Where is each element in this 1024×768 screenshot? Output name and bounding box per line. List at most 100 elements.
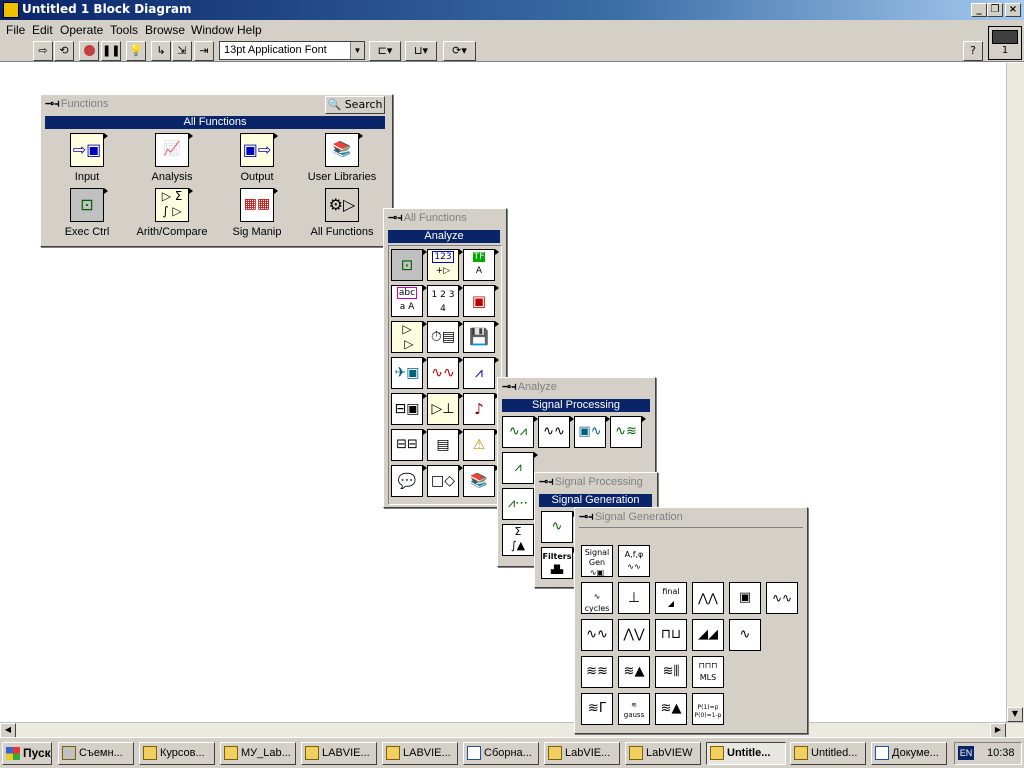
pulse-pattern-icon[interactable]: ⋀⋀ — [692, 582, 724, 614]
scroll-left-icon[interactable]: ◀ — [0, 723, 16, 738]
clock[interactable]: 10:38 — [987, 743, 1015, 763]
square-wave-icon[interactable]: ⊓⊔ — [655, 619, 687, 651]
pin-icon[interactable]: ⊸⫞ — [45, 97, 60, 111]
waveform-generation-icon[interactable]: ∿⩘ — [502, 416, 538, 448]
string-icon[interactable]: abc a A — [391, 285, 427, 317]
sine-wave-icon[interactable]: ∿∿ — [581, 619, 613, 651]
sine-pattern-icon[interactable]: ∿ cycles — [581, 582, 613, 614]
window-title-bar[interactable]: Untitled 1 Block Diagram _ ❐ × — [0, 0, 1024, 20]
retain-wire-values-button[interactable]: ↳ — [151, 41, 171, 61]
structures-icon[interactable]: ⊡ — [391, 249, 427, 281]
periodic-random-noise-icon[interactable]: ≋⫼ — [655, 656, 687, 688]
all-functions-palette-title[interactable]: ⊸⫞All Functions — [388, 211, 467, 226]
pin-icon[interactable]: ⊸⫞ — [539, 475, 554, 489]
pin-icon[interactable]: ⊸⫞ — [579, 510, 594, 524]
analysis-icon[interactable]: 📈 — [155, 133, 193, 167]
motion-icon[interactable]: ▷⊥ — [427, 393, 463, 425]
all-functions-palette[interactable]: ⊸⫞All Functions Analyze ⊡ 123 +▷ TF A abc a… — [383, 208, 507, 508]
signal-generation-icon[interactable]: ∿ — [541, 511, 577, 543]
output-icon[interactable]: ▣⇨ — [240, 133, 278, 167]
search-button[interactable]: 🔍 Search — [325, 96, 385, 114]
menu-operate[interactable]: Operate — [60, 23, 103, 37]
sawtooth-wave-icon[interactable]: ◢◢ — [692, 619, 724, 651]
context-help-button[interactable]: ? — [963, 41, 983, 61]
task-button-active[interactable]: Untitle... — [706, 742, 786, 765]
time-dialog-icon[interactable]: ⏱▤ — [427, 321, 463, 353]
task-button[interactable]: Курсов... — [139, 742, 215, 765]
step-into-button[interactable]: ⇲ — [172, 41, 192, 61]
scroll-down-icon[interactable]: ▼ — [1007, 707, 1023, 722]
vi-icon[interactable]: 1 — [988, 26, 1022, 60]
sig-manip-icon[interactable]: ▦▦ — [240, 188, 278, 222]
waveform-conditioning-icon[interactable]: ∿∿ — [538, 416, 574, 448]
input-icon[interactable]: ⇨▣ — [70, 133, 108, 167]
communication-icon[interactable]: ✈▣ — [391, 357, 427, 389]
signal-processing-icon[interactable]: ⩘ — [502, 452, 538, 484]
signal-generation-palette-title[interactable]: ⊸⫞Signal Generation — [579, 510, 683, 525]
comparison-icon[interactable]: ▷ ▷ — [391, 321, 427, 353]
mls-sequence-icon[interactable]: ⊓⊓⊓ MLS — [692, 656, 724, 688]
maximize-button[interactable]: ❐ — [987, 3, 1003, 17]
task-button[interactable]: МУ_Lab... — [220, 742, 296, 765]
gaussian-white-noise-icon[interactable]: ≋▲ — [618, 656, 650, 688]
menu-edit[interactable]: Edit — [32, 23, 53, 37]
menu-help[interactable]: Help — [237, 23, 262, 37]
task-button[interactable]: Докуме... — [871, 742, 947, 765]
analyze-icon[interactable]: ⩘ — [463, 357, 499, 389]
task-button[interactable]: Съемн... — [58, 742, 134, 765]
vertical-scrollbar[interactable]: ▼ — [1006, 63, 1024, 723]
menu-file[interactable]: File — [6, 23, 25, 37]
waveform-icon[interactable]: ∿∿ — [427, 357, 463, 389]
cluster-icon[interactable]: ▣ — [463, 285, 499, 317]
task-button[interactable]: Untitled... — [790, 742, 866, 765]
filters-icon[interactable]: Filters ▟▙ — [541, 547, 577, 579]
align-objects-button[interactable]: ⊏▾ — [369, 41, 401, 61]
pin-icon[interactable]: ⊸⫞ — [388, 211, 403, 225]
reorder-button[interactable]: ⟳▾ — [443, 41, 476, 61]
functions-palette[interactable]: ⊸⫞Functions 🔍 Search All Functions ⇨▣ In… — [40, 94, 393, 247]
menu-browse[interactable]: Browse — [145, 23, 185, 37]
task-button[interactable]: LABVIE... — [301, 742, 377, 765]
exec-ctrl-icon[interactable]: ⊡ — [70, 188, 108, 222]
labview-app-icon[interactable] — [3, 2, 19, 18]
bernoulli-noise-icon[interactable]: P(1)=p P(0)=1-p — [692, 693, 724, 725]
all-functions-icon[interactable]: ⚙▷ — [325, 188, 359, 222]
task-button[interactable]: Сборна... — [463, 742, 539, 765]
gamma-noise-icon[interactable]: ≋Γ — [581, 693, 613, 725]
step-over-button[interactable]: ⇥ — [194, 41, 214, 61]
data-acquisition-icon[interactable]: ⊟⊟ — [391, 429, 427, 461]
chirp-pattern-icon[interactable]: ∿∿ — [766, 582, 798, 614]
language-indicator[interactable]: EN — [958, 746, 974, 760]
abort-button[interactable] — [79, 41, 99, 61]
impulse-pattern-icon[interactable]: ⊥ — [618, 582, 650, 614]
ramp-pattern-icon[interactable]: final ◢ — [655, 582, 687, 614]
run-continuously-button[interactable]: ⟲ — [54, 41, 74, 61]
report-generation-icon[interactable]: ▤🖨 — [427, 429, 463, 461]
task-button[interactable]: LABVIE... — [382, 742, 458, 765]
numeric-icon[interactable]: 123 +▷ — [427, 249, 463, 281]
waveform-monitoring-icon[interactable]: ∿≋ — [610, 416, 646, 448]
statistics-icon[interactable]: Σ ∫▲ — [502, 524, 538, 556]
menu-tools[interactable]: Tools — [110, 23, 138, 37]
decorations-icon[interactable]: □◇ — [427, 465, 463, 497]
basic-function-gen-icon[interactable]: A,f,φ ∿∿ — [618, 545, 650, 577]
pause-button[interactable]: ❚❚ — [101, 41, 121, 61]
poisson-noise-icon[interactable]: ≋ gauss — [618, 693, 650, 725]
task-button[interactable]: LabVIE... — [544, 742, 620, 765]
signal-generation-palette[interactable]: ⊸⫞Signal Generation Signal Gen ∿▣ A,f,φ ∿∿… — [574, 507, 808, 734]
pin-icon[interactable]: ⊸⫞ — [502, 380, 517, 394]
analyze-palette-title[interactable]: ⊸⫞Analyze — [502, 380, 557, 395]
triangle-wave-icon[interactable]: ⋀⋁ — [618, 619, 650, 651]
select-a-vi-icon[interactable]: 📚 — [463, 465, 499, 497]
signal-processing-palette-title[interactable]: ⊸⫞Signal Processing — [539, 475, 643, 490]
application-control-icon[interactable]: 💬 — [391, 465, 427, 497]
distribute-objects-button[interactable]: ⊔▾ — [405, 41, 437, 61]
error-icon[interactable]: ⚠ — [463, 429, 499, 461]
run-button[interactable]: ⇨ — [33, 41, 53, 61]
uniform-white-noise-icon[interactable]: ≋≋ — [581, 656, 613, 688]
array-icon[interactable]: 1 2 3 4 — [427, 285, 463, 317]
square-pattern-icon[interactable]: ▣ — [729, 582, 761, 614]
scroll-right-icon[interactable]: ▶ — [990, 723, 1006, 738]
font-select[interactable]: 13pt Application Font ▼ — [219, 41, 365, 60]
highlight-execution-button[interactable]: 💡 — [126, 41, 146, 61]
